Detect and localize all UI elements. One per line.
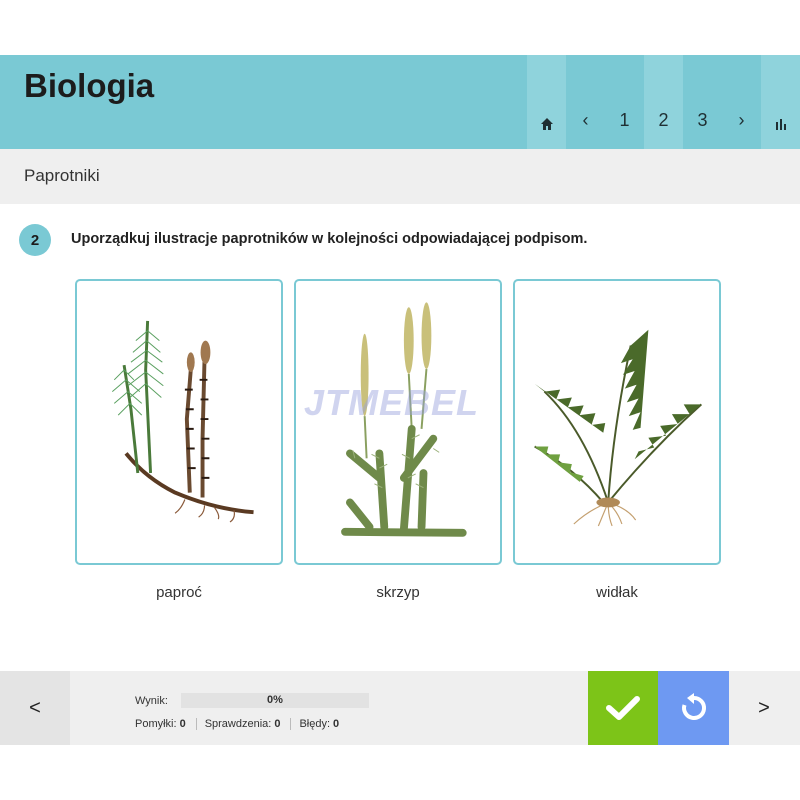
- stats-row: Pomyłki: 0 Sprawdzenia: 0 Błędy: 0: [135, 718, 349, 730]
- page-1-button[interactable]: 1: [605, 55, 644, 149]
- stats-button[interactable]: [761, 55, 800, 149]
- image-card-3[interactable]: [513, 279, 721, 565]
- check-button[interactable]: [588, 671, 658, 745]
- fern-illustration: [534, 329, 703, 527]
- app-title: Biologia: [24, 67, 155, 104]
- section-header: Paprotniki: [0, 149, 800, 204]
- prev-page-button[interactable]: ‹: [566, 55, 605, 149]
- section-title: Paprotniki: [24, 166, 100, 185]
- chevron-left-icon: <: [29, 696, 41, 719]
- next-exercise-button[interactable]: >: [729, 671, 799, 745]
- reset-icon: [681, 693, 706, 720]
- score-value: 0%: [267, 694, 283, 706]
- clubmoss-illustration: [341, 302, 467, 537]
- chevron-right-icon: >: [758, 696, 770, 719]
- chevron-right-icon: ›: [738, 110, 745, 130]
- image-card-1[interactable]: [75, 279, 283, 565]
- caption-3: widłak: [596, 584, 638, 601]
- prev-exercise-button[interactable]: <: [0, 671, 70, 745]
- score-progress-bar: 0%: [181, 693, 369, 708]
- caption-1: paproć: [156, 584, 202, 601]
- checks-stat: Sprawdzenia: 0: [195, 718, 291, 730]
- question-number: 2: [19, 224, 51, 256]
- question-text: Uporządkuj ilustracje paprotników w kole…: [71, 231, 588, 247]
- checkmark-icon: [606, 696, 640, 720]
- next-page-button[interactable]: ›: [722, 55, 761, 149]
- chevron-left-icon: ‹: [582, 110, 589, 130]
- page-2-button[interactable]: 2: [644, 55, 683, 149]
- caption-2: skrzyp: [376, 584, 420, 601]
- page-navigation: ‹ 1 2 3 ›: [527, 55, 800, 149]
- bar-chart-icon: [775, 119, 786, 130]
- errors-stat: Błędy: 0: [290, 718, 349, 730]
- app-header: Biologia ‹ 1 2 3 ›: [0, 55, 800, 149]
- home-icon: [540, 118, 553, 130]
- score-label: Wynik:: [135, 695, 168, 707]
- page-3-button[interactable]: 3: [683, 55, 722, 149]
- reset-button[interactable]: [658, 671, 729, 745]
- horsetail-illustration: [111, 320, 254, 523]
- mistakes-stat: Pomyłki: 0: [135, 718, 186, 730]
- footer-bar: < Wynik: 0% Pomyłki: 0 Sprawdzenia: 0 Błęd…: [0, 671, 800, 745]
- image-card-2[interactable]: [294, 279, 502, 565]
- exercise-area: 2 Uporządkuj ilustracje paprotników w ko…: [0, 204, 800, 671]
- home-button[interactable]: [527, 55, 566, 149]
